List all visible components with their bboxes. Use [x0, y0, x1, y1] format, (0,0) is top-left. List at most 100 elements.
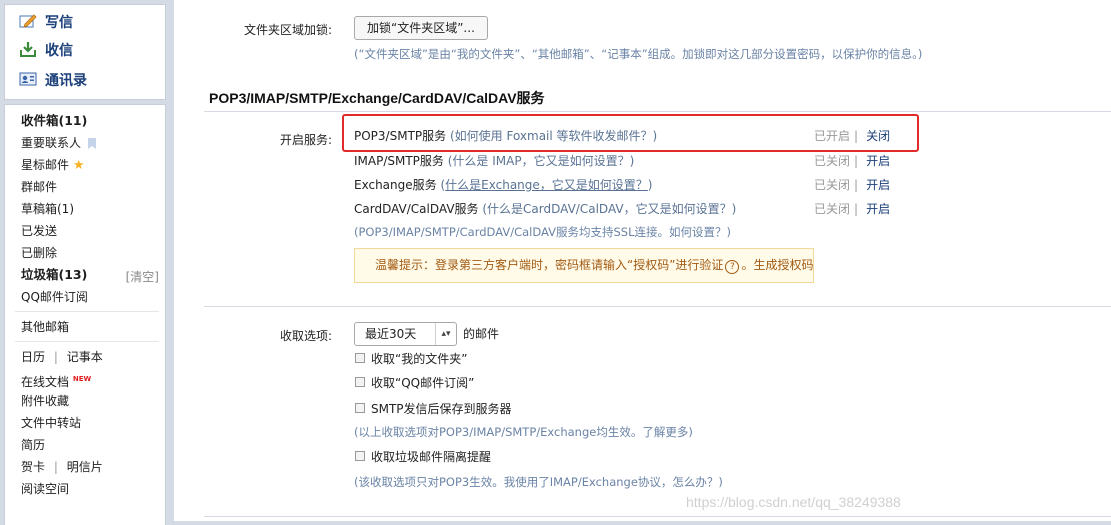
toggle-exchange-button[interactable]: 开启	[866, 178, 890, 192]
pencil-icon	[19, 13, 37, 29]
tip-text: 温馨提示：登录第三方客户端时，密码框请输入“授权码”进行验证	[375, 258, 724, 272]
folder-list: 收件箱(11) 重要联系人 星标邮件 ★ 群邮件 草稿箱(1) 已发送 已删除 …	[4, 104, 166, 525]
service-help-link[interactable]: (如何使用 Foxmail 等软件收发邮件？)	[450, 129, 657, 143]
service-row-pop3: POP3/SMTP服务 (如何使用 Foxmail 等软件收发邮件？)	[354, 127, 657, 144]
service-name: POP3/SMTP服务	[354, 129, 447, 143]
service-status-carddav: 已关闭 | 开启	[814, 200, 890, 217]
service-help-suffix: )	[647, 178, 653, 192]
service-help-link[interactable]: 什么是Exchange，它又是如何设置？	[445, 178, 648, 192]
watermark: https://blog.csdn.net/qq_38249388	[686, 494, 901, 510]
divider	[15, 341, 159, 342]
receive-options-label: 收取选项:	[279, 329, 332, 343]
clear-spam-link[interactable]: [清空]	[126, 267, 159, 287]
toggle-imap-button[interactable]: 开启	[866, 154, 890, 168]
services-label: 开启服务:	[279, 133, 332, 147]
select-arrows-icon: ▴▾	[435, 323, 456, 345]
folder-important-contacts-label: 重要联系人	[21, 136, 82, 150]
auth-code-tip: 温馨提示：登录第三方客户端时，密码框请输入“授权码”进行验证? 。生成授权码	[354, 248, 814, 283]
folder-attachments[interactable]: 附件收藏	[21, 391, 69, 411]
folder-online-docs-label: 在线文档	[21, 375, 70, 389]
service-status-exchange: 已关闭 | 开启	[814, 176, 890, 193]
receive-range-select[interactable]: 最近30天 ▴▾	[354, 322, 457, 346]
status-text: 已关闭	[814, 154, 851, 168]
inbox-download-icon	[19, 41, 37, 57]
folder-drafts[interactable]: 草稿箱(1)	[21, 199, 74, 219]
settings-panel: 文件夹区域加锁: 加锁“文件夹区域”... (“文件夹区域”是由“我的文件夹”、…	[174, 0, 1111, 521]
folder-other-mailboxes[interactable]: 其他邮箱	[21, 317, 69, 337]
star-icon: ★	[72, 158, 85, 173]
bookmark-icon	[87, 135, 96, 155]
section-divider	[204, 306, 1111, 307]
folder-file-transfer[interactable]: 文件中转站	[21, 413, 81, 433]
receive-mail-button[interactable]: 收信	[19, 39, 73, 63]
separator: |	[854, 154, 859, 168]
folder-online-docs[interactable]: 在线文档 NEW	[21, 369, 91, 389]
folder-resume[interactable]: 简历	[21, 435, 45, 455]
calendar-notes-row: 日历 | 记事本	[21, 347, 103, 367]
sidebar-quick-actions: 写信 收信 通讯录	[4, 4, 166, 100]
folder-inbox[interactable]: 收件箱(11)	[21, 111, 87, 131]
option-save-smtp-checkbox[interactable]	[355, 403, 365, 413]
contacts-button[interactable]: 通讯录	[19, 69, 87, 93]
receive-mail-label: 收信	[45, 43, 73, 59]
ssl-note: (POP3/IMAP/SMTP/CardDAV/CalDAV服务均支持SSL连接…	[354, 225, 731, 239]
status-text: 已开启	[814, 129, 851, 143]
service-row-exchange: Exchange服务 (什么是Exchange，它又是如何设置？)	[354, 176, 652, 193]
folder-lock-note: (“文件夹区域”是由“我的文件夹”、“其他邮箱”、“记事本”组成。加锁即对这几部…	[354, 47, 923, 61]
service-name: IMAP/SMTP服务	[354, 154, 444, 168]
option-my-folders-label: 收取“我的文件夹”	[371, 352, 468, 366]
separator: |	[53, 460, 58, 474]
folder-important-contacts[interactable]: 重要联系人	[21, 133, 96, 153]
service-help-link[interactable]: (什么是 IMAP，它又是如何设置？)	[448, 154, 635, 168]
folder-lock-label: 文件夹区域加锁:	[243, 23, 332, 37]
service-status-imap: 已关闭 | 开启	[814, 152, 890, 169]
toggle-pop3-button[interactable]: 关闭	[866, 129, 890, 143]
divider	[15, 311, 159, 312]
folder-qq-subscription[interactable]: QQ邮件订阅	[21, 287, 88, 307]
write-mail-label: 写信	[45, 15, 73, 31]
folder-sent[interactable]: 已发送	[21, 221, 57, 241]
service-status-pop3: 已开启 | 关闭	[814, 127, 890, 144]
receive-range-suffix: 的邮件	[463, 327, 500, 341]
postcard-link[interactable]: 明信片	[67, 460, 103, 474]
notes-link[interactable]: 记事本	[67, 350, 103, 364]
service-help-link[interactable]: (什么是CardDAV/CalDAV，它又是如何设置？)	[482, 202, 736, 216]
help-question-icon[interactable]: ?	[725, 260, 740, 274]
option-qq-subscription-checkbox[interactable]	[355, 377, 365, 387]
folder-lock-button[interactable]: 加锁“文件夹区域”...	[354, 16, 488, 40]
greeting-card-link[interactable]: 贺卡	[21, 460, 45, 474]
service-row-imap: IMAP/SMTP服务 (什么是 IMAP，它又是如何设置？)	[354, 152, 634, 169]
service-name: Exchange服务	[354, 178, 437, 192]
section-divider	[204, 516, 1111, 517]
contacts-card-icon	[19, 71, 37, 87]
generate-auth-code-link[interactable]: 。生成授权码	[741, 258, 813, 272]
cards-row: 贺卡 | 明信片	[21, 457, 103, 477]
receive-note-1: (以上收取选项对POP3/IMAP/SMTP/Exchange均生效。了解更多)	[354, 425, 693, 439]
folder-spam[interactable]: 垃圾箱(13)	[21, 265, 87, 285]
services-section-title: POP3/IMAP/SMTP/Exchange/CardDAV/CalDAV服务	[209, 90, 545, 106]
service-row-carddav: CardDAV/CalDAV服务 (什么是CardDAV/CalDAV，它又是如…	[354, 200, 736, 217]
calendar-link[interactable]: 日历	[21, 350, 45, 364]
write-mail-button[interactable]: 写信	[19, 11, 73, 35]
separator: |	[854, 202, 859, 216]
contacts-label: 通讯录	[45, 73, 87, 89]
receive-note-2: (该收取选项只对POP3生效。我使用了IMAP/Exchange协议，怎么办？)	[354, 475, 723, 489]
status-text: 已关闭	[814, 178, 851, 192]
separator: |	[53, 350, 58, 364]
separator: |	[854, 178, 859, 192]
separator: |	[854, 129, 859, 143]
folder-reading-space[interactable]: 阅读空间	[21, 479, 69, 499]
status-text: 已关闭	[814, 202, 851, 216]
option-spam-reminder-checkbox[interactable]	[355, 451, 365, 461]
section-divider	[204, 111, 1111, 112]
folder-starred[interactable]: 星标邮件 ★	[21, 155, 85, 175]
service-name: CardDAV/CalDAV服务	[354, 202, 479, 216]
option-my-folders-checkbox[interactable]	[355, 353, 365, 363]
folder-starred-label: 星标邮件	[21, 158, 70, 172]
option-spam-reminder-label: 收取垃圾邮件隔离提醒	[371, 450, 492, 464]
folder-group-mail[interactable]: 群邮件	[21, 177, 57, 197]
option-save-smtp-label: SMTP发信后保存到服务器	[371, 402, 512, 416]
folder-deleted[interactable]: 已删除	[21, 243, 57, 263]
receive-range-value: 最近30天	[365, 327, 417, 341]
toggle-carddav-button[interactable]: 开启	[866, 202, 890, 216]
